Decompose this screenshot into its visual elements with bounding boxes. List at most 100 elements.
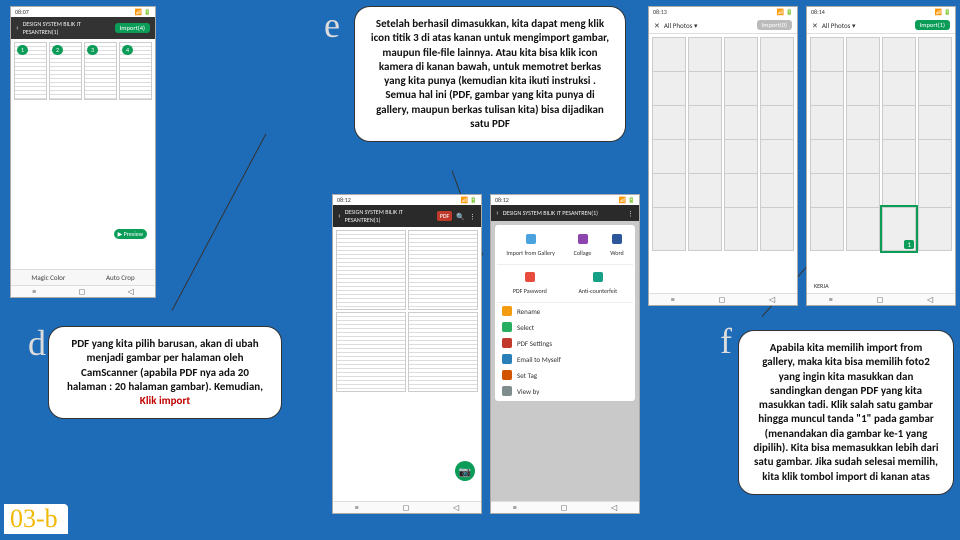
status-icons: 📶 🔋	[135, 8, 151, 16]
page-thumb[interactable]: 2	[49, 42, 82, 100]
menu-pdf-settings[interactable]: PDF Settings	[497, 335, 633, 351]
page-badge: 1	[17, 45, 28, 55]
page-badge: 4	[122, 45, 133, 55]
status-time: 08:13	[653, 8, 667, 16]
check-icon	[502, 322, 512, 332]
statusbar: 08:12 📶 🔋	[491, 195, 639, 205]
back-icon[interactable]: ‹	[496, 208, 499, 218]
callout-e-text: Setelah berhasil dimasukkan, kita dapat …	[371, 17, 609, 130]
search-icon[interactable]: 🔍	[456, 212, 465, 221]
back-icon[interactable]: ‹	[16, 23, 19, 33]
gallery-thumb[interactable]	[688, 207, 722, 251]
picker-appbar: ✕ All Photos ▾ Import(0)	[649, 17, 797, 34]
album-dropdown[interactable]: All Photos ▾	[664, 21, 753, 30]
import-button[interactable]: Import(1)	[915, 20, 950, 30]
callout-d: PDF yang kita pilih barusan, akan di uba…	[48, 326, 282, 419]
menu-rename[interactable]: Rename	[497, 303, 633, 319]
status-time: 08:12	[337, 196, 351, 204]
status-icons: 📶 🔋	[619, 196, 635, 204]
menu-settag[interactable]: Set Tag	[497, 367, 633, 383]
status-time: 08:12	[495, 196, 509, 204]
callout-f: Apabila kita memilih import from gallery…	[738, 330, 954, 495]
appbar: ‹ DESIGN SYSTEM BILIK IT PESANTREN(1) Im…	[11, 17, 155, 39]
phone-f1: 08:13 📶 🔋 ✕ All Photos ▾ Import(0) ≡◻◁	[648, 6, 798, 306]
picker-appbar: ✕ All Photos ▾ Import(1)	[807, 17, 955, 34]
menu-anticounterfeit[interactable]: Anti-counterfeit	[573, 269, 622, 298]
status-icons: 📶 🔋	[461, 196, 477, 204]
android-navbar: ≡◻◁	[333, 501, 481, 513]
gallery-thumb[interactable]	[724, 207, 758, 251]
connector-d	[172, 134, 267, 311]
pencil-icon	[502, 306, 512, 316]
tag-icon	[502, 370, 512, 380]
gallery-thumb-selected[interactable]: 1	[882, 207, 916, 251]
page-thumb[interactable]	[336, 312, 406, 392]
page-badge: 3	[87, 45, 98, 55]
step-letter-f: f	[720, 320, 732, 362]
gallery-thumb[interactable]	[652, 207, 686, 251]
magic-color-option[interactable]: Magic Color	[31, 273, 65, 282]
kebab-icon[interactable]: ⋮	[627, 209, 634, 218]
menu-select[interactable]: Select	[497, 319, 633, 335]
close-icon[interactable]: ✕	[812, 21, 818, 30]
page-badge: 2	[52, 45, 63, 55]
phone-d: 08:07 📶 🔋 ‹ DESIGN SYSTEM BILIK IT PESAN…	[10, 6, 156, 298]
status-time: 08:14	[811, 8, 825, 16]
callout-e: Setelah berhasil dimasukkan, kita dapat …	[354, 6, 626, 142]
import-button[interactable]: Import(4)	[115, 23, 150, 33]
shield-icon	[593, 272, 603, 282]
bottom-options: Magic Color Auto Crop	[11, 269, 155, 285]
android-navbar: ≡◻◁	[491, 501, 639, 513]
gallery-icon	[526, 234, 536, 244]
page-thumb[interactable]	[408, 230, 478, 310]
appbar: ‹ DESIGN SYSTEM BILIK IT PESANTREN(1) ⋮	[491, 205, 639, 221]
camera-fab[interactable]: 📷	[455, 461, 475, 481]
back-icon[interactable]: ‹	[338, 211, 341, 221]
gallery-thumb[interactable]	[846, 207, 880, 251]
menu-email[interactable]: Email to Myself	[497, 351, 633, 367]
mail-icon	[502, 354, 512, 364]
page-thumb[interactable]: 1	[14, 42, 47, 100]
menu-word[interactable]: Word	[605, 231, 628, 260]
preview-chip[interactable]: ▶ Preview	[114, 229, 147, 239]
status-icons: 📶 🔋	[935, 8, 951, 16]
menu-import-gallery[interactable]: Import from Gallery	[501, 231, 559, 260]
phone-e1: 08:12 📶 🔋 ‹ DESIGN SYSTEM BILIK IT PESANT…	[332, 194, 482, 514]
statusbar: 08:13 📶 🔋	[649, 7, 797, 17]
close-icon[interactable]: ✕	[654, 21, 660, 30]
callout-d-text: PDF yang kita pilih barusan, akan di uba…	[67, 337, 263, 393]
gallery-thumb[interactable]	[918, 207, 952, 251]
callout-f-text: Apabila kita memilih import from gallery…	[753, 341, 938, 483]
lock-icon	[525, 272, 535, 282]
auto-crop-option[interactable]: Auto Crop	[106, 273, 135, 282]
callout-d-red: Klik import	[140, 394, 190, 407]
menu-viewby[interactable]: View by	[497, 383, 633, 399]
menu-pdf-password[interactable]: PDF Password	[508, 269, 552, 298]
phone-e2: 08:12 📶 🔋 ‹ DESIGN SYSTEM BILIK IT PESANT…	[490, 194, 640, 514]
appbar-title: DESIGN SYSTEM BILIK IT PESANTREN(1)	[23, 20, 111, 36]
page-thumb[interactable]	[336, 230, 406, 310]
menu-collage[interactable]: Collage	[569, 231, 597, 260]
status-icons: 📶 🔋	[777, 8, 793, 16]
pdf-button[interactable]: PDF	[437, 211, 453, 221]
statusbar: 08:14 📶 🔋	[807, 7, 955, 17]
android-navbar: ≡◻◁	[649, 293, 797, 305]
page-thumb[interactable]: 4	[119, 42, 152, 100]
slide: e d f Setelah berhasil dimasukkan, kita …	[0, 0, 960, 540]
album-dropdown[interactable]: All Photos ▾	[822, 21, 911, 30]
appbar: ‹ DESIGN SYSTEM BILIK IT PESANTREN(1) PD…	[333, 205, 481, 227]
page-thumb[interactable]	[408, 312, 478, 392]
android-navbar: ≡◻◁	[11, 285, 155, 297]
pdf-icon	[502, 338, 512, 348]
gallery-thumb[interactable]	[810, 207, 844, 251]
album-label: KERJA	[811, 281, 832, 291]
appbar-title: DESIGN SYSTEM BILIK IT PESANTREN(1)	[503, 209, 623, 217]
grid-icon	[502, 386, 512, 396]
gallery-thumb[interactable]	[760, 207, 794, 251]
page-thumb[interactable]: 3	[84, 42, 117, 100]
statusbar: 08:12 📶 🔋	[333, 195, 481, 205]
statusbar: 08:07 📶 🔋	[11, 7, 155, 17]
import-button[interactable]: Import(0)	[757, 20, 792, 30]
kebab-icon[interactable]: ⋮	[469, 212, 476, 221]
phone-f2: 08:14 📶 🔋 ✕ All Photos ▾ Import(1) 1 KERJ…	[806, 6, 956, 306]
